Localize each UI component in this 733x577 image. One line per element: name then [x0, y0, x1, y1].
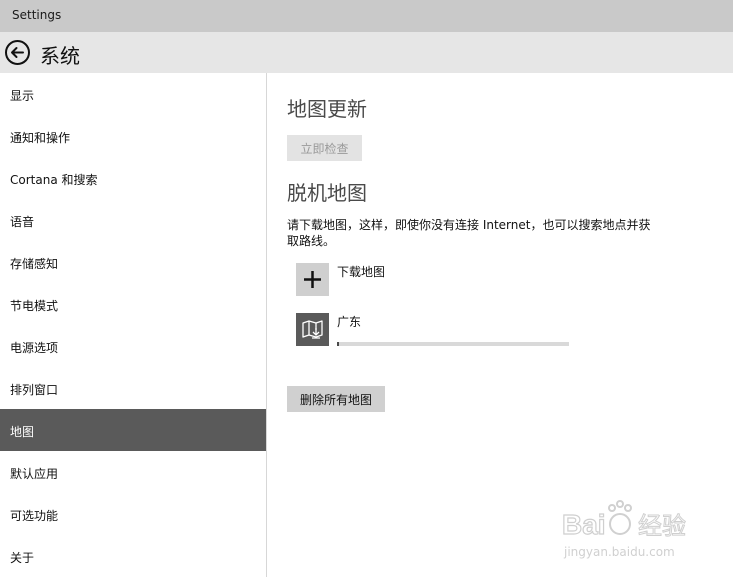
sidebar-item-label: 通知和操作	[10, 131, 71, 145]
sidebar-item-multitasking[interactable]: 排列窗口	[0, 367, 266, 409]
sidebar-item-display[interactable]: 显示	[0, 73, 266, 115]
baidu-logo-icon: Bai 经验 jingyan.baidu.com	[561, 500, 687, 559]
page-title: 系统	[40, 44, 80, 68]
page-header: 系统	[0, 32, 733, 73]
sidebar-item-label: 关于	[10, 551, 35, 565]
download-progress-fill	[337, 342, 340, 346]
baidu-jingyan-watermark: Bai 经验 jingyan.baidu.com	[560, 494, 730, 564]
sidebar-item-power[interactable]: 电源选项	[0, 325, 266, 367]
delete-all-maps-button[interactable]: 删除所有地图	[287, 386, 385, 412]
sidebar-item-label: 显示	[10, 89, 35, 103]
sidebar-item-storage[interactable]: 存储感知	[0, 241, 266, 283]
download-maps-row[interactable]: 下载地图	[296, 263, 676, 297]
sidebar-item-label: 默认应用	[10, 467, 59, 481]
sidebar-item-speech[interactable]: 语音	[0, 199, 266, 241]
offline-maps-heading: 脱机地图	[287, 181, 367, 205]
check-now-button: 立即检查	[287, 135, 362, 161]
map-download-icon	[296, 313, 329, 346]
sidebar-item-about[interactable]: 关于	[0, 535, 266, 577]
offline-maps-description: 请下载地图，这样，即使你没有连接 Internet，也可以搜索地点并获取路线。	[287, 218, 651, 248]
sidebar-item-notifications[interactable]: 通知和操作	[0, 115, 266, 157]
sidebar-item-battery-saver[interactable]: 节电模式	[0, 283, 266, 325]
sidebar-item-label: 语音	[10, 215, 35, 229]
back-arrow-icon[interactable]	[4, 39, 31, 66]
sidebar: 显示 通知和操作 Cortana 和搜索 语音 存储感知 节电模式 电源选项 排…	[0, 73, 267, 577]
download-progress-bar	[337, 342, 569, 346]
map-item-guangdong[interactable]: 广东	[296, 313, 676, 347]
sidebar-item-label: 地图	[10, 425, 35, 439]
sidebar-item-default-apps[interactable]: 默认应用	[0, 451, 266, 493]
sidebar-item-optional-features[interactable]: 可选功能	[0, 493, 266, 535]
sidebar-item-label: 存储感知	[10, 257, 59, 271]
sidebar-item-label: 节电模式	[10, 299, 59, 313]
plus-icon[interactable]	[296, 263, 329, 296]
map-updates-heading: 地图更新	[287, 97, 367, 121]
sidebar-item-maps[interactable]: 地图	[0, 409, 266, 451]
back-button[interactable]	[4, 39, 31, 66]
sidebar-item-label: Cortana 和搜索	[10, 173, 98, 187]
sidebar-item-label: 排列窗口	[10, 383, 59, 397]
watermark-url: jingyan.baidu.com	[563, 545, 675, 559]
svg-text:经验: 经验	[638, 512, 686, 540]
svg-text:Bai: Bai	[562, 509, 606, 540]
download-maps-label[interactable]: 下载地图	[337, 263, 385, 280]
sidebar-item-cortana[interactable]: Cortana 和搜索	[0, 157, 266, 199]
window-title: Settings	[12, 8, 62, 22]
sidebar-item-label: 电源选项	[10, 341, 59, 355]
title-bar: Settings	[0, 0, 733, 32]
map-name: 广东	[337, 315, 362, 329]
sidebar-item-label: 可选功能	[10, 509, 59, 523]
